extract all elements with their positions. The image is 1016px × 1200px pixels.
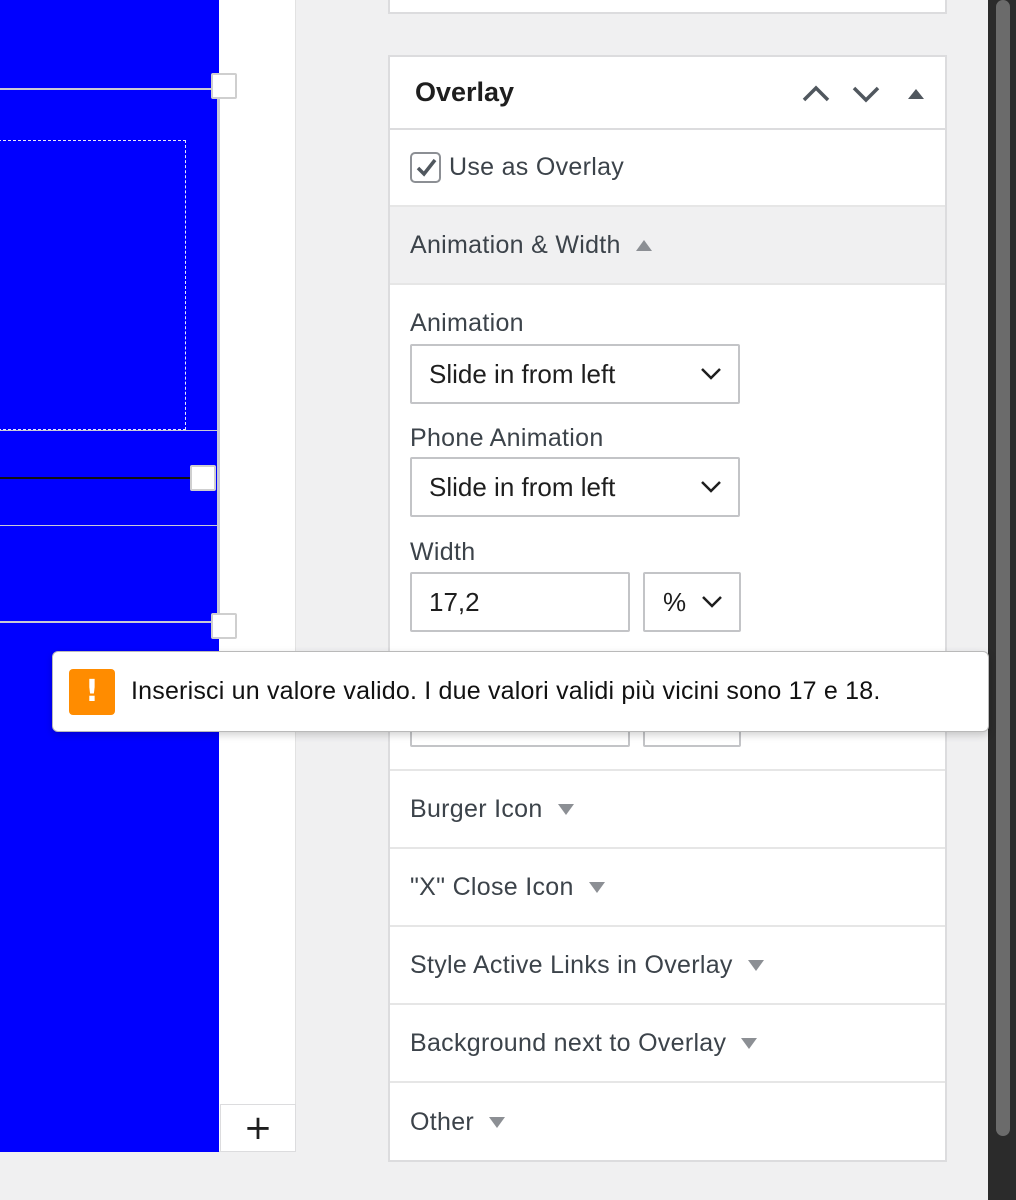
checkmark-icon [416, 158, 436, 177]
block-divider [0, 525, 219, 526]
inner-dashed-outline [0, 140, 186, 430]
use-overlay-checkbox[interactable] [410, 152, 441, 183]
previous-panel-edge [388, 0, 947, 14]
width-unit-select[interactable]: % [643, 572, 741, 632]
section-burger-icon[interactable]: Burger Icon [390, 771, 945, 849]
add-block-button[interactable]: + [220, 1104, 296, 1152]
section-title: Other [410, 1107, 475, 1136]
section-style-active-links[interactable]: Style Active Links in Overlay [390, 927, 945, 1005]
triangle-down-icon [557, 804, 574, 815]
section-background-next-to-overlay[interactable]: Background next to Overlay [390, 1005, 945, 1083]
triangle-up-icon [635, 240, 652, 251]
animation-value: Slide in from left [429, 358, 616, 389]
triangle-down-icon [741, 1038, 758, 1049]
panel-header: Overlay [390, 57, 945, 130]
resize-handle-bottom[interactable] [211, 613, 237, 639]
use-overlay-row[interactable]: Use as Overlay [390, 130, 945, 207]
resize-edge [217, 88, 220, 623]
use-overlay-label: Use as Overlay [449, 153, 625, 181]
scrollbar-thumb[interactable] [996, 0, 1010, 1136]
chevron-down-icon[interactable] [851, 79, 881, 109]
phone-animation-value: Slide in from left [429, 471, 616, 502]
block-border-bottom [0, 621, 219, 623]
triangle-down-icon [588, 882, 605, 893]
animation-select[interactable]: Slide in from left [410, 344, 740, 404]
plus-icon: + [243, 1108, 273, 1148]
block-border-top [0, 88, 219, 90]
section-title: Background next to Overlay [410, 1028, 727, 1057]
section-title: Burger Icon [410, 794, 543, 823]
section-animation-width[interactable]: Animation & Width [390, 207, 945, 285]
width-value: 17,2 [429, 586, 480, 617]
animation-label: Animation [410, 309, 524, 337]
chevron-down-icon [702, 596, 722, 608]
resize-handle-top[interactable] [211, 73, 237, 99]
section-title: "X" Close Icon [410, 872, 574, 901]
resize-handle-middle[interactable] [190, 465, 216, 491]
collapse-triangle-icon[interactable] [901, 79, 931, 109]
width-label: Width [410, 538, 476, 566]
triangle-down-icon [747, 960, 764, 971]
width-unit-value: % [663, 586, 687, 617]
phone-animation-select[interactable]: Slide in from left [410, 457, 740, 517]
section-other[interactable]: Other [390, 1083, 945, 1161]
section-close-icon[interactable]: "X" Close Icon [390, 849, 945, 927]
selected-blue-block[interactable] [0, 0, 219, 1152]
block-line [0, 477, 190, 479]
warning-icon: ! [69, 668, 115, 715]
section-title: Style Active Links in Overlay [410, 950, 733, 979]
block-divider [0, 430, 219, 431]
panel-title: Overlay [415, 77, 515, 107]
validation-tooltip: ! Inserisci un valore valido. I due valo… [52, 651, 989, 732]
validation-message: Inserisci un valore valido. I due valori… [131, 677, 881, 705]
overlay-panel: Overlay Use as Overlay Animation & Width… [388, 55, 947, 1162]
chevron-down-icon [701, 368, 721, 380]
triangle-down-icon [489, 1117, 506, 1128]
width-input[interactable]: 17,2 [410, 572, 630, 632]
chevron-up-icon[interactable] [801, 79, 831, 109]
chevron-down-icon [701, 481, 721, 493]
phone-animation-label: Phone Animation [410, 424, 604, 452]
section-title: Animation & Width [410, 230, 621, 259]
